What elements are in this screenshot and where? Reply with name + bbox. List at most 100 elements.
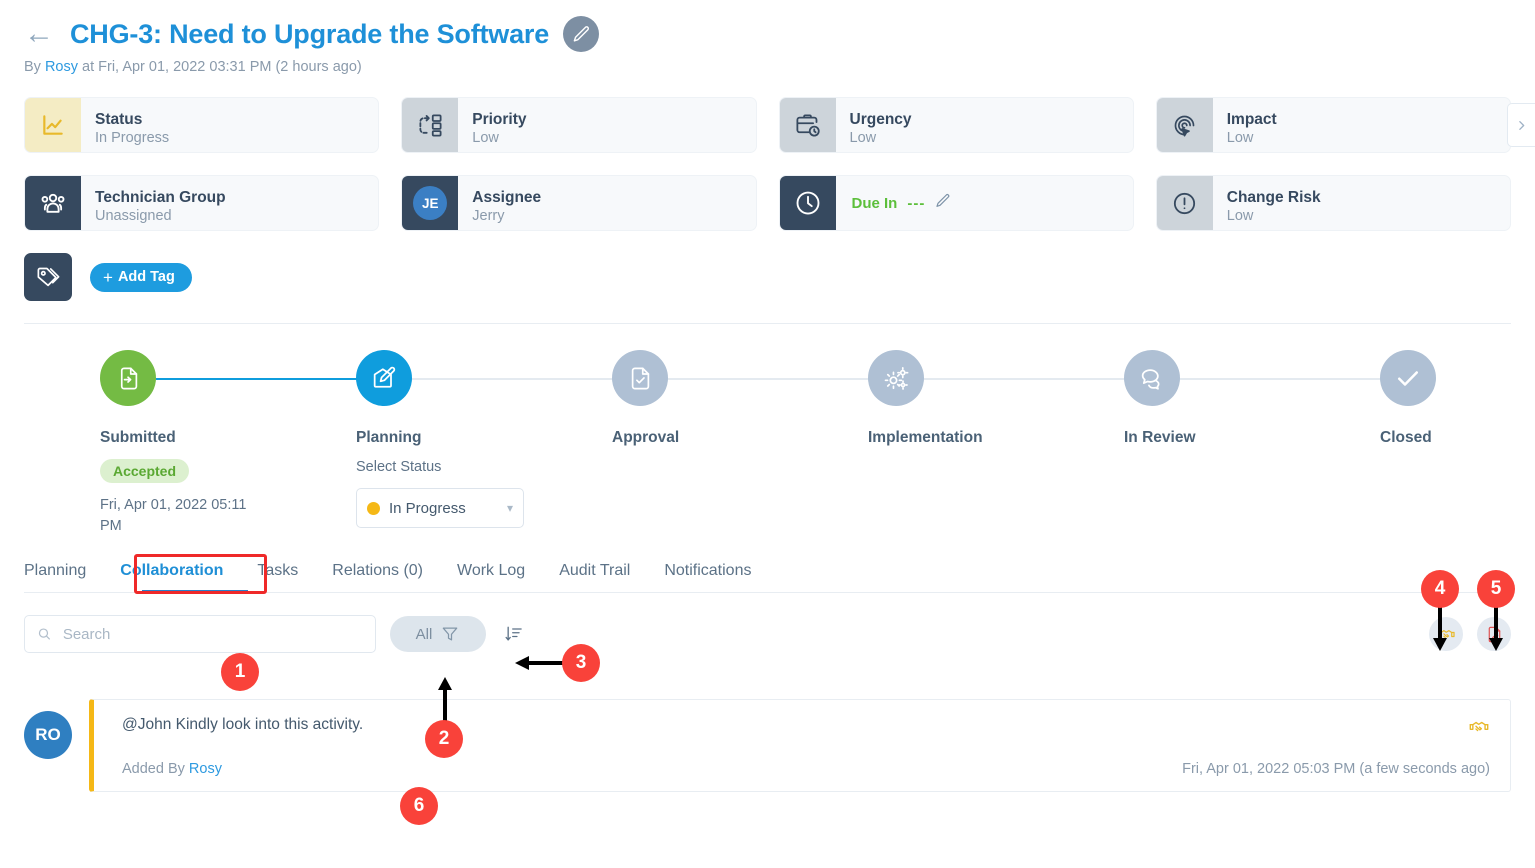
add-tag-button[interactable]: + Add Tag bbox=[90, 262, 192, 292]
search-input[interactable] bbox=[60, 624, 363, 644]
sort-button[interactable] bbox=[500, 620, 528, 648]
step-label: Approval bbox=[612, 429, 680, 446]
tab-notifications[interactable]: Notifications bbox=[647, 562, 768, 592]
fingerprint-arrow-icon bbox=[1156, 98, 1213, 152]
tag-row: + Add Tag bbox=[24, 253, 1535, 301]
handshake-icon bbox=[1468, 716, 1490, 743]
select-status-label: Select Status bbox=[356, 459, 442, 475]
step-label: Closed bbox=[1380, 429, 1432, 446]
avatar: RO bbox=[24, 711, 72, 759]
comment-timestamp: Fri, Apr 01, 2022 05:03 PM (a few second… bbox=[1182, 761, 1490, 777]
document-check-icon bbox=[612, 350, 668, 406]
tab-relations[interactable]: Relations (0) bbox=[315, 562, 440, 592]
card-value: Low bbox=[1226, 207, 1254, 224]
annotation-arrow-4 bbox=[1433, 604, 1447, 651]
title-row: ← CHG-3: Need to Upgrade the Software bbox=[24, 16, 1535, 52]
tab-work-log[interactable]: Work Log bbox=[440, 562, 542, 592]
card-urgency[interactable]: Urgency Low bbox=[778, 97, 1134, 153]
funnel-icon bbox=[443, 627, 458, 641]
step-planning[interactable]: Planning Select Status In Progress ▾ bbox=[356, 350, 524, 529]
meta-suffix: at Fri, Apr 01, 2022 03:31 PM (2 hours a… bbox=[82, 59, 362, 75]
comment-row: RO @John Kindly look into this activity.… bbox=[24, 699, 1511, 792]
step-in-review[interactable]: In Review bbox=[1124, 350, 1284, 447]
avatar-initials: JE bbox=[413, 186, 448, 220]
stepper-connector bbox=[924, 378, 1152, 380]
status-dot-icon bbox=[367, 501, 380, 515]
workflow-stepper: Submitted Accepted Fri, Apr 01, 2022 05:… bbox=[24, 350, 1511, 540]
tab-tasks[interactable]: Tasks bbox=[240, 562, 315, 592]
annotation-badge-2: 2 bbox=[425, 720, 463, 758]
card-value: In Progress bbox=[95, 129, 170, 146]
tabs-bar: Planning Collaboration Tasks Relations (… bbox=[24, 554, 1511, 594]
card-technician-group[interactable]: Technician Group Unassigned bbox=[24, 175, 380, 231]
chart-line-icon bbox=[25, 98, 81, 152]
card-label: Technician Group bbox=[95, 188, 226, 206]
document-in-icon bbox=[100, 350, 156, 406]
annotation-badge-5: 5 bbox=[1477, 570, 1515, 608]
search-box[interactable] bbox=[24, 615, 376, 653]
stepper-connector bbox=[412, 378, 640, 380]
chevron-right-icon bbox=[1519, 120, 1525, 130]
status-badge: Accepted bbox=[100, 459, 190, 483]
comment-bottom: Added By Rosy Fri, Apr 01, 2022 05:03 PM… bbox=[122, 761, 1490, 777]
clock-icon bbox=[779, 176, 836, 230]
annotation-badge-4: 4 bbox=[1421, 570, 1459, 608]
card-label: Assignee bbox=[472, 188, 542, 206]
card-label: Urgency bbox=[849, 110, 912, 128]
card-due-in[interactable]: Due In --- bbox=[778, 175, 1134, 231]
card-label: Impact bbox=[1226, 110, 1277, 128]
meta-prefix: By bbox=[24, 59, 41, 75]
card-status[interactable]: Status In Progress bbox=[24, 97, 380, 153]
chevron-down-icon: ▾ bbox=[506, 501, 513, 516]
step-date: Fri, Apr 01, 2022 05:11 PM bbox=[100, 497, 247, 535]
gears-icon bbox=[868, 350, 924, 406]
card-label: Status bbox=[95, 110, 143, 128]
people-group-icon bbox=[25, 176, 81, 230]
card-label: Change Risk bbox=[1226, 188, 1321, 206]
comment-text: @John Kindly look into this activity. bbox=[122, 716, 364, 733]
card-value: Low bbox=[472, 129, 499, 146]
card-impact[interactable]: Impact Low bbox=[1155, 97, 1511, 153]
pencil-icon[interactable] bbox=[935, 193, 951, 213]
step-label: In Review bbox=[1124, 429, 1196, 446]
author-link[interactable]: Rosy bbox=[45, 59, 78, 75]
cards-next-button[interactable] bbox=[1507, 103, 1535, 147]
sort-descending-icon bbox=[505, 626, 522, 641]
step-implementation[interactable]: Implementation bbox=[868, 350, 1028, 447]
card-change-risk[interactable]: Change Risk Low bbox=[1155, 175, 1511, 231]
pencil-icon[interactable] bbox=[563, 16, 600, 52]
check-icon bbox=[1380, 350, 1436, 406]
comment-card[interactable]: @John Kindly look into this activity. Ad… bbox=[89, 699, 1511, 792]
collaboration-toolbar: All bbox=[24, 615, 1511, 653]
card-label: Priority bbox=[472, 110, 527, 128]
step-label: Submitted bbox=[100, 429, 176, 446]
status-select[interactable]: In Progress ▾ bbox=[356, 488, 524, 529]
page-header: ← CHG-3: Need to Upgrade the Software By… bbox=[0, 0, 1535, 75]
card-assignee[interactable]: JE Assignee Jerry bbox=[401, 175, 757, 231]
card-value: Low bbox=[1226, 129, 1254, 146]
briefcase-clock-icon bbox=[779, 98, 836, 152]
tab-audit-trail[interactable]: Audit Trail bbox=[542, 562, 647, 592]
annotation-badge-6: 6 bbox=[400, 787, 438, 825]
stepper-connector bbox=[668, 378, 896, 380]
added-by-label: Added By bbox=[122, 761, 185, 777]
add-tag-label: Add Tag bbox=[117, 269, 175, 285]
card-value: Unassigned bbox=[95, 207, 172, 224]
page-title: CHG-3: Need to Upgrade the Software bbox=[70, 18, 550, 49]
step-label: Implementation bbox=[868, 429, 983, 446]
arrow-left-icon[interactable]: ← bbox=[24, 19, 54, 49]
step-closed[interactable]: Closed bbox=[1380, 350, 1535, 447]
card-priority[interactable]: Priority Low bbox=[401, 97, 757, 153]
filter-chip-all[interactable]: All bbox=[390, 616, 486, 652]
added-by-name[interactable]: Rosy bbox=[189, 761, 222, 777]
due-in-value: --- bbox=[907, 194, 926, 212]
stepper-connector-active bbox=[156, 378, 384, 380]
avatar: JE bbox=[402, 176, 459, 230]
author-meta: By Rosy at Fri, Apr 01, 2022 03:31 PM (2… bbox=[24, 59, 1535, 75]
added-by: Added By Rosy bbox=[122, 761, 222, 777]
tab-planning[interactable]: Planning bbox=[24, 562, 103, 592]
tags-icon bbox=[24, 253, 72, 301]
step-approval[interactable]: Approval bbox=[612, 350, 772, 447]
tab-collaboration[interactable]: Collaboration bbox=[103, 562, 240, 592]
tabs-list: Planning Collaboration Tasks Relations (… bbox=[24, 562, 1511, 592]
